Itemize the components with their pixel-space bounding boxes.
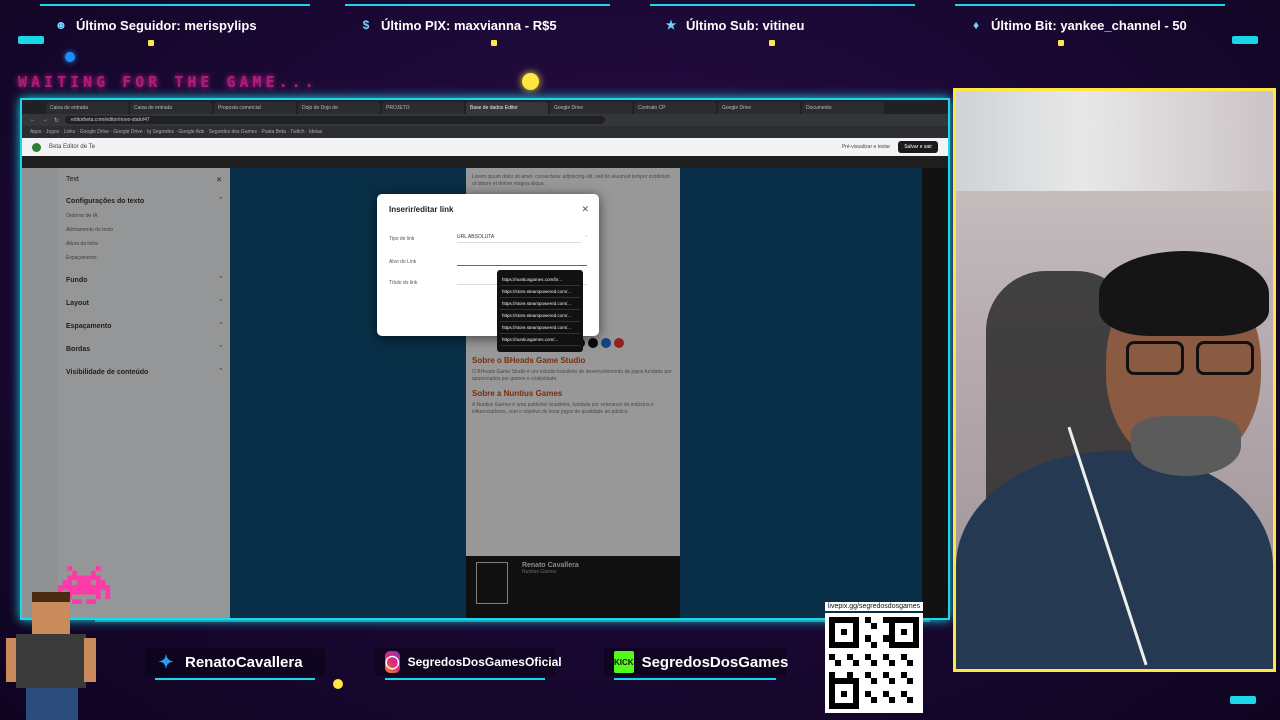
url-input[interactable]: editorbeta.com/editor/novo-stato/47 xyxy=(65,116,606,124)
url-suggestion[interactable]: https://store.steampowered.com/... xyxy=(500,298,580,310)
url-suggestion[interactable]: https://store.steampowered.com/... xyxy=(500,322,580,334)
close-icon[interactable]: ✕ xyxy=(581,204,589,215)
link-type-field[interactable]: Tipo de link URL ABSOLUTA ˇ xyxy=(389,234,587,243)
browser-tab[interactable]: Dojo de Dojo de xyxy=(298,102,380,114)
glasses-lens xyxy=(1126,341,1184,375)
app-logo-icon xyxy=(32,142,41,152)
twitter-handle: ✦ RenatoCavallera xyxy=(145,648,325,680)
yellow-orb xyxy=(333,679,343,689)
kick-icon: KICK xyxy=(614,651,634,673)
browser-tab-strip: Caixa de entrada Caixa de entrada Propos… xyxy=(22,100,948,114)
corner-deco xyxy=(18,36,44,44)
url-suggestion[interactable]: https://store.steampowered.com/... xyxy=(500,310,580,322)
url-suggestion[interactable]: https://nuntiusgames.com/... xyxy=(500,334,580,346)
dialog-title: Inserir/editar link xyxy=(389,205,454,214)
back-icon[interactable]: ← xyxy=(30,117,36,123)
star-icon: ★ xyxy=(665,18,677,32)
browser-tab[interactable]: Caixa de entrada xyxy=(130,102,212,114)
instagram-handle: ◯ SegredosDosGamesOficial xyxy=(375,648,562,680)
blue-orb xyxy=(65,52,75,62)
link-type-select[interactable]: URL ABSOLUTA xyxy=(457,234,582,243)
browser-tab[interactable]: PROJETO xyxy=(382,102,464,114)
dollar-icon: $ xyxy=(362,18,370,32)
last-follower-alert: ☻ Último Seguidor: merispylips xyxy=(40,4,310,46)
save-exit-button[interactable]: Salvar e sair xyxy=(898,141,938,153)
url-suggestion[interactable]: https://store.steampowered.com/... xyxy=(500,286,580,298)
browser-tab[interactable]: Documento xyxy=(802,102,884,114)
last-sub-text: Último Sub: vitineu xyxy=(686,17,805,33)
last-pix-text: Último PIX: maxvianna - R$5 xyxy=(381,17,557,33)
corner-deco xyxy=(1232,36,1258,44)
twitter-icon: ✦ xyxy=(158,651,174,672)
url-suggestions-dropdown: https://nuntiusgames.com/br... https://s… xyxy=(497,270,583,352)
bookmarks-bar[interactable]: Apps · Jogos · Links · Google Drive · Go… xyxy=(22,126,948,138)
browser-tab[interactable]: Google Drive xyxy=(550,102,632,114)
gem-icon: ♦ xyxy=(972,18,980,32)
qr-code xyxy=(825,613,923,713)
editor-toolbar: Beta Editor de Te Pré-visualizar e testa… xyxy=(22,138,948,156)
forward-icon[interactable]: → xyxy=(42,117,48,123)
qr-label: livepix.gg/segredosdosgames xyxy=(825,602,923,611)
link-target-label: Alvo do Link xyxy=(389,258,417,265)
yellow-orb xyxy=(522,73,539,90)
browser-tab-active[interactable]: Base de dados Editor xyxy=(466,102,548,114)
streamer-shirt xyxy=(956,451,1273,669)
waiting-banner: WAITING FOR THE GAME... xyxy=(18,73,318,91)
user-icon: ☻ xyxy=(54,18,68,32)
address-bar-row: ← → ↻ editorbeta.com/editor/novo-stato/4… xyxy=(22,114,948,126)
background-window xyxy=(956,91,1273,191)
browser-tab[interactable]: Caixa de entrada xyxy=(46,102,128,114)
webcam-feed xyxy=(953,88,1276,672)
link-type-label: Tipo de link xyxy=(389,235,415,242)
screen-capture: Caixa de entrada Caixa de entrada Propos… xyxy=(20,98,950,620)
link-target-field[interactable]: Alvo do Link xyxy=(389,257,587,266)
browser-tab[interactable]: Google Drive xyxy=(718,102,800,114)
last-sub-alert: ★ Último Sub: vitineu xyxy=(650,4,915,46)
instagram-icon: ◯ xyxy=(385,651,400,673)
link-title-label: Título do link xyxy=(389,280,418,286)
pixel-avatar xyxy=(6,592,96,720)
browser-tab[interactable]: Proposta comercial xyxy=(214,102,296,114)
streamer-beard xyxy=(1131,416,1241,476)
bottom-accent-line xyxy=(95,620,930,622)
reload-icon[interactable]: ↻ xyxy=(54,117,59,124)
url-suggestion[interactable]: https://nuntiusgames.com/br... xyxy=(500,274,580,286)
app-name: Beta Editor de Te xyxy=(49,144,95,150)
preview-button[interactable]: Pré-visualizar e testar xyxy=(842,144,890,150)
browser-tab[interactable]: Contrato CP xyxy=(634,102,716,114)
last-pix-alert: $ Último PIX: maxvianna - R$5 xyxy=(345,4,610,46)
link-target-input[interactable] xyxy=(457,257,587,266)
glasses-lens xyxy=(1196,341,1254,375)
last-bit-text: Último Bit: yankee_channel - 50 xyxy=(991,17,1187,33)
kick-handle: KICK SegredosDosGames xyxy=(604,648,788,680)
last-bit-alert: ♦ Último Bit: yankee_channel - 50 xyxy=(955,4,1225,46)
last-follower-text: Último Seguidor: merispylips xyxy=(76,17,257,33)
streamer-hair xyxy=(1099,251,1269,336)
chevron-down-icon: ˇ xyxy=(585,235,587,242)
corner-deco xyxy=(1230,696,1256,704)
